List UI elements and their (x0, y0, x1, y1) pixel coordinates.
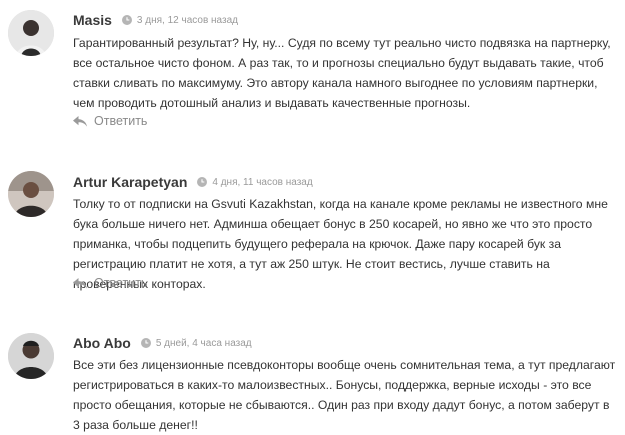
comment-meta: Artur Karapetyan 4 дня, 11 часов назад (73, 173, 313, 191)
comment-meta: Abo Abo 5 дней, 4 часа назад (73, 334, 252, 352)
comment-time[interactable]: 4 дня, 11 часов назад (212, 177, 312, 188)
reply-button[interactable]: Ответить (73, 114, 147, 128)
comment-text: Все эти без лицензионные псевдоконторы в… (73, 358, 616, 432)
avatar-image (8, 10, 54, 56)
reply-arrow-icon (73, 115, 87, 127)
clock-icon (197, 177, 208, 187)
avatar-image (8, 333, 54, 379)
clock-icon (121, 15, 132, 25)
reply-label: Ответить (94, 276, 148, 290)
avatar-artur-karapetyan[interactable] (8, 171, 54, 217)
comment-meta: Masis 3 дня, 12 часов назад (73, 11, 238, 29)
avatar-masis[interactable] (8, 10, 54, 56)
reply-arrow-icon (73, 277, 87, 289)
comment-author[interactable]: Artur Karapetyan (73, 174, 187, 190)
avatar-abo-abo[interactable] (8, 333, 54, 379)
avatar-image (8, 171, 54, 217)
comment-time[interactable]: 3 дня, 12 часов назад (137, 15, 238, 26)
comment-text: Толку то от подписки на Gsvuti Kazakhsta… (73, 197, 608, 291)
reply-button[interactable]: Ответить (73, 276, 147, 290)
comment-time[interactable]: 5 дней, 4 часа назад (156, 338, 252, 349)
comment-author[interactable]: Abo Abo (73, 335, 131, 351)
comment-author[interactable]: Masis (73, 12, 112, 28)
clock-icon (140, 338, 151, 348)
comment-text: Гарантированный результат? Ну, ну... Суд… (73, 36, 611, 110)
reply-label: Ответить (94, 114, 148, 128)
